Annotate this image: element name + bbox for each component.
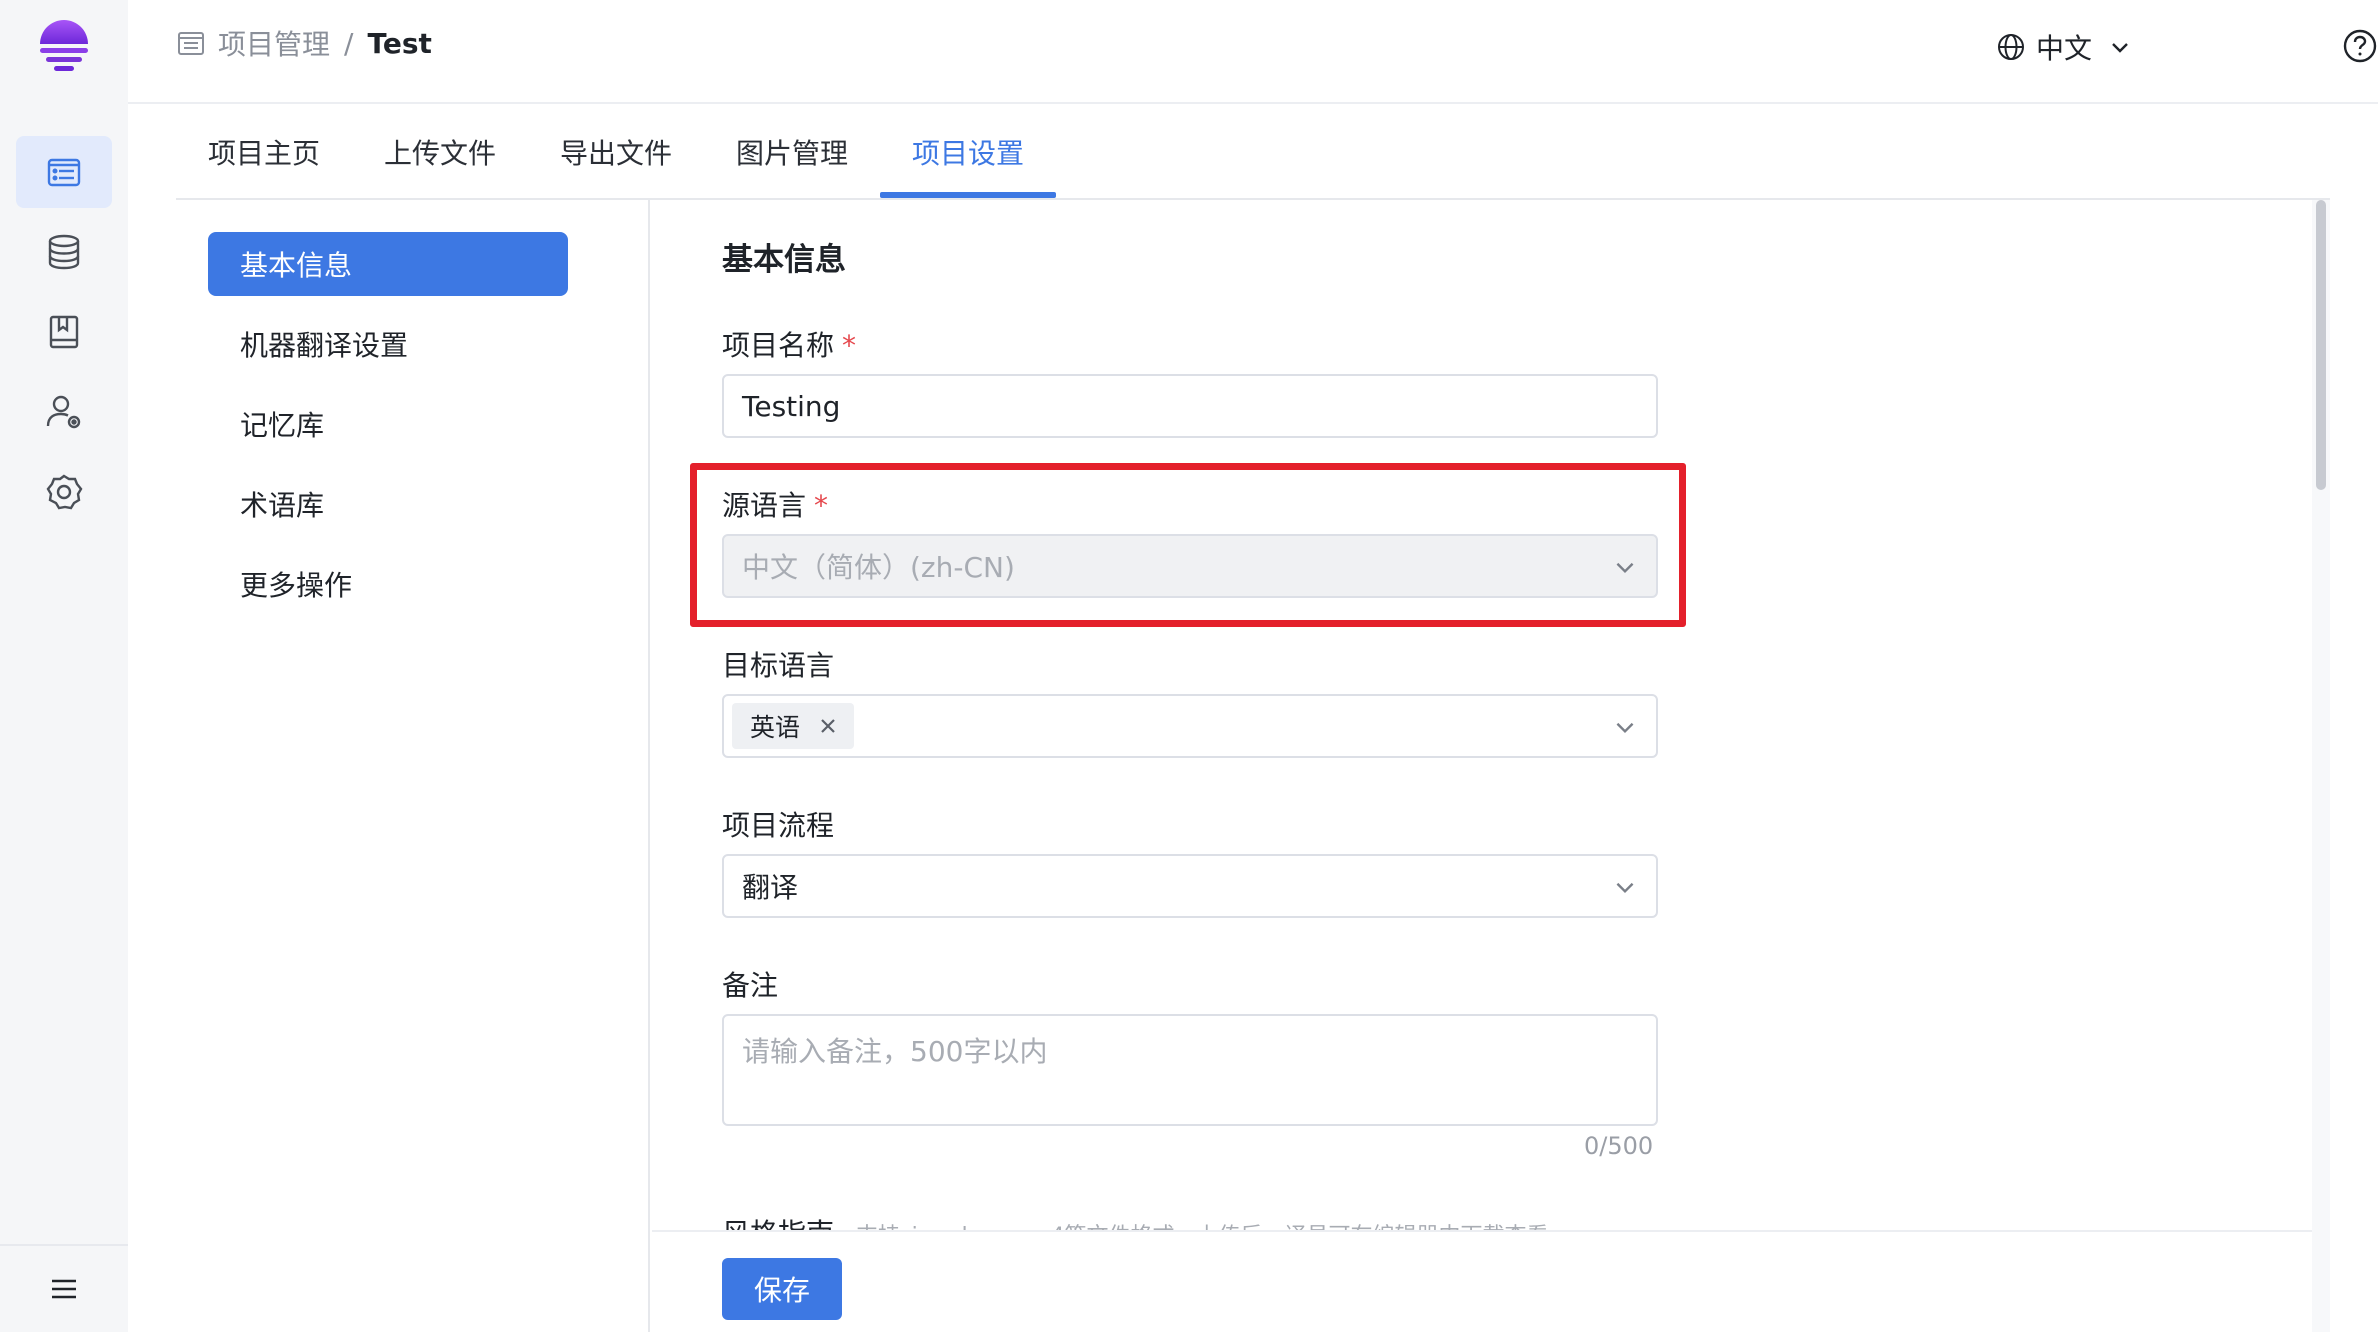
tab-image-management[interactable]: 图片管理 — [736, 132, 848, 172]
folder-icon — [178, 32, 204, 55]
notes-counter: 0/500 — [1584, 1132, 1654, 1160]
project-name-input[interactable]: Testing — [722, 374, 1658, 438]
project-name-value: Testing — [742, 389, 841, 423]
logo-icon[interactable] — [34, 16, 94, 76]
subnav-basic-info[interactable]: 基本信息 — [208, 232, 568, 296]
target-language-select[interactable]: 英语 — [722, 694, 1658, 758]
project-name-label-text: 项目名称 — [722, 329, 835, 362]
breadcrumb-parent[interactable]: 项目管理 — [218, 23, 330, 63]
chevron-down-icon — [1616, 722, 1634, 734]
language-tag: 英语 — [732, 703, 855, 749]
top-header: 项目管理 / Test 中文 — [128, 0, 2378, 104]
scrollbar-thumb[interactable] — [2316, 200, 2326, 490]
gear-icon — [46, 474, 83, 510]
subnav-mt-settings[interactable]: 机器翻译设置 — [208, 312, 568, 376]
settings-subnav: 基本信息 机器翻译设置 记忆库 术语库 更多操作 — [176, 200, 650, 1332]
workflow-value: 翻译 — [742, 871, 799, 904]
subnav-termbase[interactable]: 术语库 — [208, 472, 568, 536]
close-icon[interactable] — [818, 716, 838, 736]
chevron-down-icon — [1616, 882, 1634, 894]
required-mark: * — [842, 329, 857, 362]
language-switcher[interactable]: 中文 — [1996, 26, 2132, 68]
nav-database[interactable] — [16, 216, 112, 288]
nav-settings[interactable] — [16, 456, 112, 528]
language-tag-label: 英语 — [750, 713, 801, 742]
section-title: 基本信息 — [722, 242, 846, 278]
chevron-down-icon — [2112, 43, 2128, 53]
globe-icon — [1998, 34, 2024, 60]
basic-info-form: 基本信息 项目名称 * Testing 源语言 * 中文（简体）(zh-CN) 目标… — [652, 200, 2312, 1332]
project-tabs: 项目主页 上传文件 导出文件 图片管理 项目设置 — [176, 104, 2330, 200]
subnav-memory[interactable]: 记忆库 — [208, 392, 568, 456]
workflow-label: 项目流程 — [722, 809, 835, 842]
subnav-more-actions[interactable]: 更多操作 — [208, 552, 568, 616]
save-button[interactable]: 保存 — [722, 1258, 842, 1320]
tab-project-home[interactable]: 项目主页 — [208, 132, 320, 172]
form-footer: 保存 — [652, 1230, 2312, 1332]
notes-textarea[interactable]: 请输入备注，500字以内 — [722, 1014, 1658, 1126]
database-icon — [48, 234, 80, 270]
active-tab-indicator — [880, 192, 1056, 198]
nav-glossary[interactable] — [16, 296, 112, 368]
menu-icon[interactable] — [48, 1273, 80, 1305]
nav-members[interactable] — [16, 376, 112, 448]
breadcrumb-current: Test — [367, 26, 432, 60]
breadcrumb-separator: / — [344, 26, 354, 60]
notes-label: 备注 — [722, 969, 779, 1002]
tab-project-settings[interactable]: 项目设置 — [912, 132, 1024, 172]
book-icon — [49, 315, 79, 349]
highlight-box — [690, 463, 1686, 627]
nav-projects[interactable] — [16, 136, 112, 208]
help-icon[interactable] — [2342, 28, 2378, 64]
project-list-icon — [47, 158, 81, 187]
user-settings-icon — [46, 395, 81, 429]
left-rail — [0, 0, 128, 1332]
breadcrumb: 项目管理 / Test — [176, 22, 432, 64]
language-label: 中文 — [2036, 32, 2093, 65]
tab-upload-files[interactable]: 上传文件 — [384, 132, 496, 172]
target-language-label: 目标语言 — [722, 649, 835, 682]
tab-export-files[interactable]: 导出文件 — [560, 132, 672, 172]
project-name-label: 项目名称 * — [722, 324, 856, 364]
rail-footer — [0, 1244, 128, 1332]
workflow-select[interactable]: 翻译 — [722, 854, 1658, 918]
